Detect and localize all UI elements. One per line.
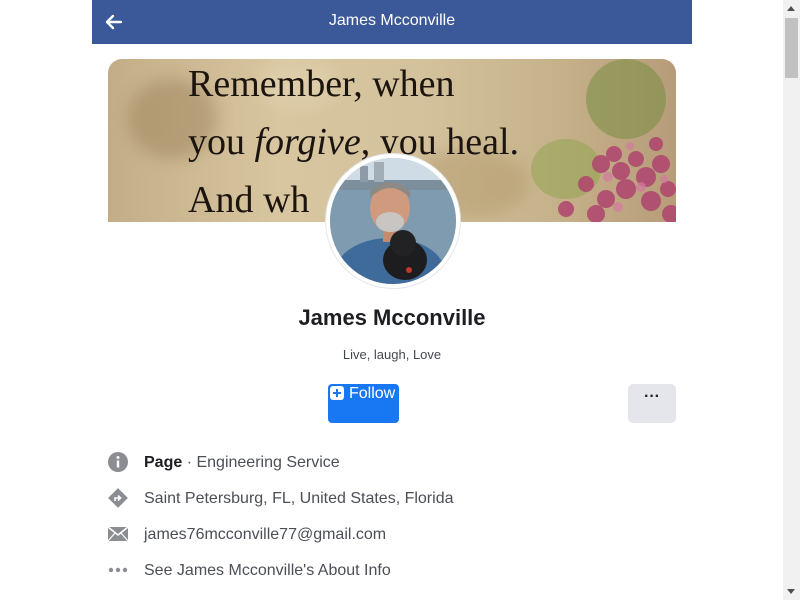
about-link[interactable]: See James Mcconville's About Info xyxy=(144,562,391,580)
separator: · xyxy=(182,454,197,471)
scroll-down-arrow-icon[interactable] xyxy=(787,589,795,594)
email-row[interactable]: james76mcconville77@gmail.com xyxy=(108,523,668,547)
profile-name: James Mcconville xyxy=(298,305,486,330)
email-link[interactable]: james76mcconville77@gmail.com xyxy=(144,526,386,544)
about-row[interactable]: See James Mcconville's About Info xyxy=(108,559,668,583)
location-row: Saint Petersburg, FL, United States, Flo… xyxy=(108,487,668,511)
location-text: Saint Petersburg, FL, United States, Flo… xyxy=(144,490,454,507)
profile-page: James Mcconville Remember, when you forg… xyxy=(92,0,692,600)
page-type: Page xyxy=(144,454,183,471)
follow-button[interactable]: Follow xyxy=(328,384,399,423)
follow-label: Follow xyxy=(349,385,396,402)
more-dots-icon xyxy=(108,559,128,581)
page-category-row: Page · Engineering Service xyxy=(108,451,668,475)
scroll-up-arrow-icon[interactable] xyxy=(787,6,795,11)
top-bar: James Mcconville xyxy=(92,0,692,44)
plus-icon xyxy=(330,386,344,400)
profile-tagline: Live, laugh, Love xyxy=(342,347,442,362)
profile-picture[interactable] xyxy=(326,154,460,288)
info-icon xyxy=(108,451,128,473)
scrollbar-thumb[interactable] xyxy=(785,18,798,78)
avatar xyxy=(330,158,456,284)
more-options-button[interactable]: ··· xyxy=(628,384,676,423)
directions-icon xyxy=(108,487,128,509)
page-title: James Mcconville xyxy=(328,12,456,29)
vertical-scrollbar[interactable] xyxy=(783,0,800,600)
flowers-image xyxy=(531,59,676,222)
page-category: Engineering Service xyxy=(196,454,340,471)
envelope-icon xyxy=(108,523,128,545)
